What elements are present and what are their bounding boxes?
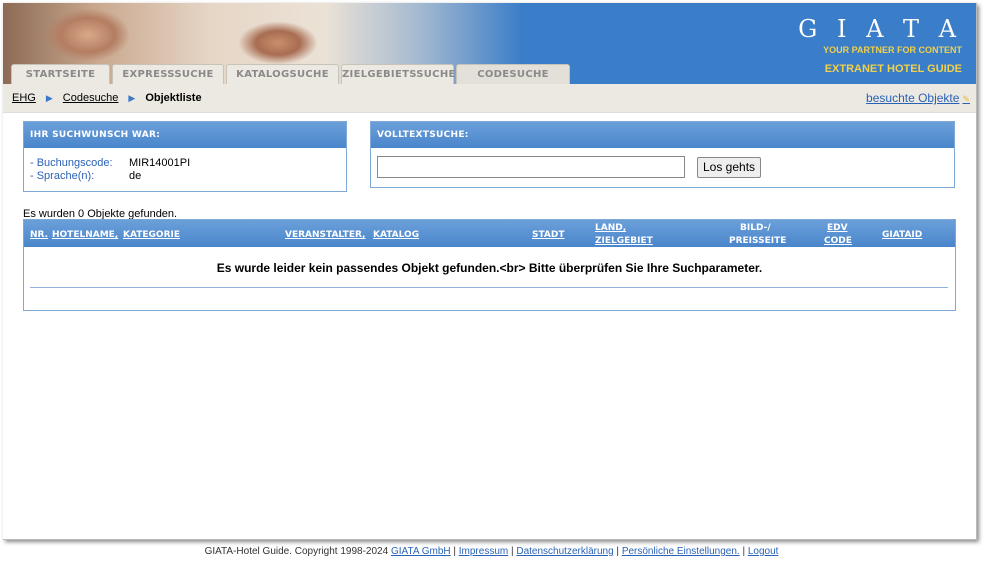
column-giataid[interactable]: GIATAID (882, 230, 922, 241)
footer-link-logout[interactable]: Logout (748, 546, 779, 557)
tab-codesuche[interactable]: Codesuche (456, 64, 570, 84)
fulltext-search-input[interactable] (377, 156, 685, 178)
product-name: EXTRANET HOTEL GUIDE (824, 63, 962, 75)
criteria-value: de (129, 170, 142, 182)
column-nr[interactable]: Nr. (30, 230, 48, 241)
fulltext-search-title: Volltextsuche: (371, 122, 954, 148)
breadcrumb-home-link[interactable]: EHG (12, 92, 36, 104)
breadcrumb-bar: EHG ▶ Codesuche ▶ Objektliste besuchte O… (3, 84, 976, 113)
fulltext-search-row: Los gehts (371, 148, 954, 186)
column-stadt[interactable]: Stadt (532, 230, 565, 241)
footer-copyright: GIATA-Hotel Guide. Copyright 1998-2024 (204, 546, 389, 557)
column-land[interactable]: Land, (595, 223, 626, 234)
footer-link-impressum[interactable]: Impressum (459, 546, 508, 557)
column-kategorie[interactable]: Kategorie (123, 230, 180, 241)
breadcrumb-arrow-icon: ▶ (45, 92, 53, 103)
results-table: Nr. Hotelname, Kategorie Veranstalter, K… (23, 219, 956, 311)
logo-letters: G I A T A (798, 15, 962, 43)
column-code[interactable]: Code (824, 236, 852, 247)
giata-logo[interactable]: G I A T A YOUR PARTNER FOR CONTENT EXTRA… (798, 15, 962, 75)
footer-link-giata[interactable]: GIATA GmbH (391, 546, 451, 557)
visited-objects-link[interactable]: besuchte Objekte ✎ (866, 91, 970, 105)
page-frame: G I A T A YOUR PARTNER FOR CONTENT EXTRA… (3, 3, 977, 540)
criteria-row: - Sprache(n): de (30, 170, 340, 183)
breadcrumb-current: Objektliste (145, 92, 202, 104)
column-veranstalter[interactable]: Veranstalter, (285, 230, 365, 241)
footer-link-datenschutz[interactable]: Datenschutzerklärung (516, 546, 613, 557)
pencil-icon: ✎ (962, 94, 970, 104)
breadcrumb-parent-link[interactable]: Codesuche (63, 92, 119, 104)
header-banner: G I A T A YOUR PARTNER FOR CONTENT EXTRA… (3, 3, 976, 84)
criteria-value: MIR14001PI (129, 157, 191, 169)
results-table-header: Nr. Hotelname, Kategorie Veranstalter, K… (24, 220, 955, 247)
footer: GIATA-Hotel Guide. Copyright 1998-2024 G… (204, 546, 779, 557)
criteria-label: - Sprache(n): (30, 170, 95, 182)
criteria-row: - Buchungscode: MIR14001PI (30, 157, 340, 170)
tab-katalogsuche[interactable]: Katalogsuche (226, 64, 339, 84)
main-tabs: Startseite Expresssuche Katalogsuche Zie… (11, 64, 572, 84)
breadcrumb-arrow-icon: ▶ (128, 92, 136, 103)
tab-startseite[interactable]: Startseite (11, 64, 110, 84)
table-divider (30, 287, 948, 288)
breadcrumb: EHG ▶ Codesuche ▶ Objektliste (12, 92, 202, 104)
search-criteria-title: Ihr Suchwunsch war: (24, 122, 346, 148)
column-preisseite: Preisseite (729, 236, 787, 246)
search-criteria-box: Ihr Suchwunsch war: - Buchungscode: MIR14… (23, 121, 347, 192)
column-zielgebiet[interactable]: Zielgebiet (595, 236, 653, 247)
no-results-message: Es wurde leider kein passendes Objekt ge… (216, 261, 763, 275)
logo-tagline: YOUR PARTNER FOR CONTENT (823, 45, 962, 55)
column-hotelname[interactable]: Hotelname, (52, 230, 118, 241)
column-bild: Bild-/ (740, 223, 771, 233)
search-submit-button[interactable]: Los gehts (697, 156, 762, 178)
footer-link-einstellungen[interactable]: Persönliche Einstellungen. (622, 546, 740, 557)
criteria-label: - Buchungscode: (30, 157, 113, 169)
column-edv[interactable]: EDV (827, 223, 848, 234)
column-katalog[interactable]: Katalog (373, 230, 419, 241)
visited-objects-label: besuchte Objekte (866, 91, 960, 105)
tab-expresssuche[interactable]: Expresssuche (112, 64, 224, 84)
search-criteria-list: - Buchungscode: MIR14001PI - Sprache(n): d… (24, 148, 346, 192)
fulltext-search-box: Volltextsuche: Los gehts (370, 121, 955, 188)
tab-zielgebietssuche[interactable]: Zielgebietssuche (341, 64, 455, 84)
